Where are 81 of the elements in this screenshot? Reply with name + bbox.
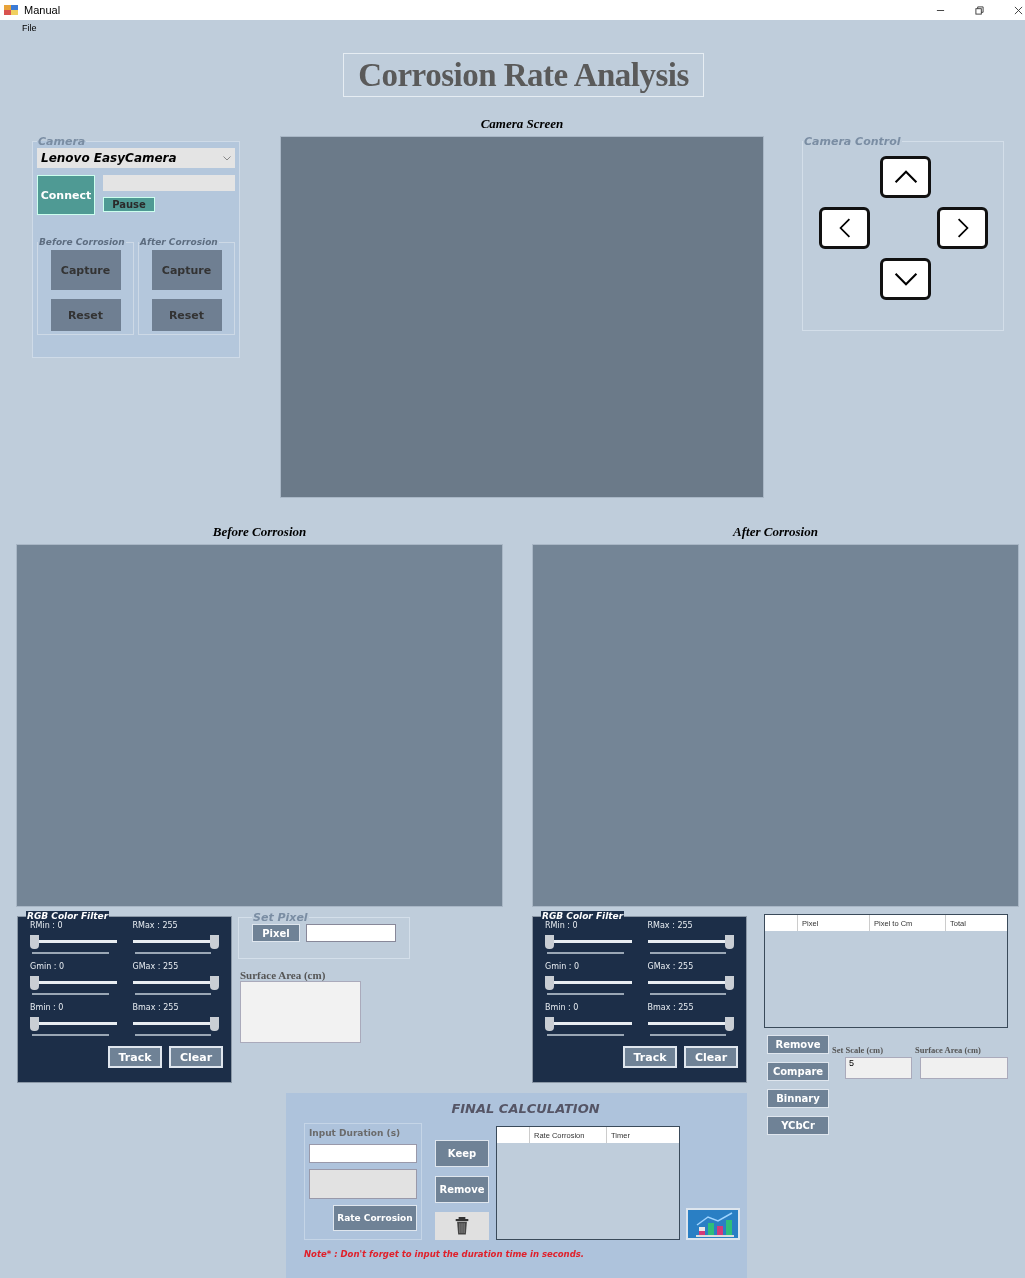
group-label: RGB Color Filter (26, 911, 110, 921)
slider-label: Bmin : 0 (545, 1003, 580, 1014)
camera-dropdown[interactable]: Lenovo EasyCamera (37, 148, 235, 168)
field-label: Surface Area (cm) (240, 969, 327, 981)
slider-thumb[interactable] (545, 976, 554, 990)
surface-area-field[interactable] (240, 981, 361, 1043)
duration-field[interactable] (309, 1144, 417, 1163)
scale-field[interactable]: 5 (845, 1057, 912, 1079)
remove-button[interactable]: Remove (435, 1176, 489, 1203)
pixel-button[interactable]: Pixel (252, 924, 300, 942)
slider-label: Bmax : 255 (647, 1003, 695, 1014)
result-field[interactable] (309, 1169, 417, 1199)
slider-thumb[interactable] (210, 1017, 219, 1031)
field-label: Set Scale (cm) (832, 1045, 884, 1055)
keep-button[interactable]: Keep (435, 1140, 489, 1167)
slider-thumb[interactable] (725, 1017, 734, 1031)
slider-thumb[interactable] (30, 935, 39, 949)
capture-button[interactable]: Capture (50, 250, 121, 290)
pixel-field[interactable] (305, 924, 396, 942)
tool-button[interactable]: Compare (767, 1062, 829, 1081)
slider-thumb[interactable] (545, 1017, 554, 1031)
slider-thumb[interactable] (725, 976, 734, 990)
left-arrow-button[interactable] (819, 207, 870, 249)
note-text: Note* : Don't forget to input the duration time in seconds. (304, 1249, 586, 1259)
trash-icon (455, 1216, 469, 1236)
delete-button[interactable] (435, 1212, 489, 1240)
capture-button[interactable]: Capture (151, 250, 222, 290)
slider-thumb[interactable] (30, 1017, 39, 1031)
group-label: Camera Control (803, 135, 902, 148)
filter-button[interactable]: Track (623, 1046, 677, 1068)
down-arrow-button[interactable] (880, 258, 931, 300)
slider-thumb[interactable] (210, 976, 219, 990)
slider-thumb[interactable] (725, 935, 734, 949)
slider-label: RMin : 0 (30, 921, 64, 932)
slider-thumb[interactable] (545, 935, 554, 949)
close-icon[interactable] (1014, 5, 1023, 15)
app-icon (4, 4, 18, 16)
view-label: Before Corrosion (211, 524, 308, 541)
tool-button[interactable]: Binnary (767, 1089, 829, 1108)
slider-label: RMax : 255 (132, 921, 179, 932)
right-arrow-button[interactable] (937, 207, 988, 249)
window-title: Manual (24, 4, 61, 16)
surface-area-field[interactable] (920, 1057, 1008, 1079)
up-arrow-button[interactable] (880, 156, 931, 198)
view-label: After Corrosion (731, 524, 819, 541)
slider-label: RMin : 0 (545, 921, 579, 932)
field-label: Input Duration (s) (309, 1128, 402, 1138)
field-label: Surface Area (cm) (915, 1045, 982, 1055)
menu-item[interactable]: File (22, 23, 37, 33)
filter-button[interactable]: Track (108, 1046, 162, 1068)
caret-icon (223, 155, 231, 161)
restore-icon[interactable] (975, 5, 984, 15)
app-title: Corrosion Rate Analysis (343, 53, 704, 97)
connect-button[interactable]: Connect (37, 175, 95, 215)
slider-thumb[interactable] (30, 976, 39, 990)
slider-label: Bmax : 255 (132, 1003, 180, 1014)
capture-button[interactable]: Reset (151, 299, 222, 331)
status-field[interactable] (103, 175, 235, 191)
tool-button[interactable]: YCbCr (767, 1116, 829, 1135)
view-label: Camera Screen (479, 116, 565, 133)
pause-button[interactable]: Pause (103, 197, 155, 212)
slider-label: GMax : 255 (647, 962, 695, 973)
slider-label: GMax : 255 (132, 962, 180, 973)
slider-label: RMax : 255 (647, 921, 694, 932)
rate-corrosion-button[interactable]: Rate Corrosion (333, 1205, 417, 1231)
group-label: Set Pixel (252, 911, 309, 924)
filter-button[interactable]: Clear (684, 1046, 738, 1068)
group-label: Before Corrosion (38, 237, 126, 247)
chart-button[interactable] (686, 1208, 740, 1240)
slider-label: Gmin : 0 (545, 962, 581, 973)
group-label: Camera (37, 135, 87, 148)
group-label: RGB Color Filter (541, 911, 625, 921)
group-label: After Corrosion (139, 237, 219, 247)
slider-thumb[interactable] (210, 935, 219, 949)
chart-icon (688, 1210, 738, 1238)
tool-button[interactable]: Remove (767, 1035, 829, 1054)
panel-title: FINAL CALCULATION (450, 1101, 601, 1118)
capture-button[interactable]: Reset (50, 299, 121, 331)
slider-label: Gmin : 0 (30, 962, 66, 973)
slider-label: Bmin : 0 (30, 1003, 65, 1014)
filter-button[interactable]: Clear (169, 1046, 223, 1068)
